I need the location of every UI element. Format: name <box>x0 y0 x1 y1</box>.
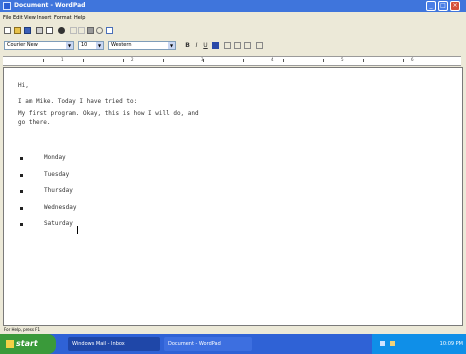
font-name-value: Courier New <box>7 42 38 48</box>
align-center-icon[interactable] <box>234 42 241 49</box>
italic-button[interactable]: I <box>193 42 200 49</box>
doc-line: Hi, <box>18 82 29 89</box>
align-right-icon[interactable] <box>244 42 251 49</box>
new-icon[interactable] <box>4 27 11 34</box>
menu-insert[interactable]: Insert <box>37 15 51 21</box>
script-combo[interactable]: Western ▼ <box>108 41 176 50</box>
minimize-button[interactable]: _ <box>426 1 436 11</box>
doc-line: go there. <box>18 119 51 126</box>
taskbar-button[interactable]: Windows Mail - Inbox <box>68 337 160 351</box>
ruler-tick <box>43 59 44 62</box>
ruler[interactable]: 1 2 3 4 5 6 <box>3 56 461 66</box>
bullet-item: Monday <box>44 154 66 161</box>
ruler-tick <box>403 59 404 62</box>
document-area[interactable]: Hi, I am Mike. Today I have tried to: My… <box>3 67 463 326</box>
bullet-item: Tuesday <box>44 171 70 178</box>
print-preview-icon[interactable] <box>46 27 53 34</box>
chevron-down-icon[interactable]: ▼ <box>168 42 175 49</box>
bullet-icon <box>20 207 23 210</box>
open-icon[interactable] <box>14 27 21 34</box>
bullets-icon[interactable] <box>256 42 263 49</box>
bullet-item: Saturday <box>44 220 73 227</box>
title-bar[interactable]: Document - WordPad _ □ × <box>0 0 466 12</box>
doc-line: My first program. Okay, this is how I wi… <box>18 110 199 117</box>
align-left-icon[interactable] <box>224 42 231 49</box>
ruler-tick <box>123 59 124 62</box>
font-size-combo[interactable]: 10 ▼ <box>78 41 104 50</box>
status-text: For Help, press F1 <box>4 327 41 332</box>
window-title: Document - WordPad <box>14 2 86 9</box>
close-button[interactable]: × <box>450 1 460 11</box>
system-tray: 10:09 PM <box>372 334 466 354</box>
maximize-button[interactable]: □ <box>438 1 448 11</box>
bullet-icon <box>20 190 23 193</box>
windows-flag-icon <box>6 340 14 348</box>
menu-edit[interactable]: Edit <box>13 15 23 21</box>
find-icon[interactable] <box>58 27 65 34</box>
menu-bar: File Edit View Insert Format Help <box>0 13 466 23</box>
doc-line: I am Mike. Today I have tried to: <box>18 98 138 105</box>
taskbar-button[interactable]: Document - WordPad <box>164 337 252 351</box>
ruler-tick <box>323 59 324 62</box>
start-button[interactable]: start <box>0 334 56 354</box>
cut-icon[interactable] <box>70 27 77 34</box>
ruler-tick <box>163 59 164 62</box>
menu-help[interactable]: Help <box>74 15 85 21</box>
undo-icon[interactable] <box>96 27 103 34</box>
bullet-item: Thursday <box>44 187 73 194</box>
menu-view[interactable]: View <box>24 15 36 21</box>
volume-icon[interactable] <box>390 341 395 346</box>
wordpad-window: Document - WordPad _ □ × File Edit View … <box>0 0 466 334</box>
text-caret <box>77 226 78 234</box>
ruler-tick <box>283 59 284 62</box>
print-icon[interactable] <box>36 27 43 34</box>
script-value: Western <box>111 42 132 48</box>
bullet-icon <box>20 174 23 177</box>
menu-format[interactable]: Format <box>54 15 72 21</box>
font-name-combo[interactable]: Courier New ▼ <box>4 41 74 50</box>
ruler-number: 6 <box>411 57 414 62</box>
taskbar: start Windows Mail - Inbox Document - Wo… <box>0 334 466 354</box>
save-icon[interactable] <box>24 27 31 34</box>
format-toolbar: Courier New ▼ 10 ▼ Western ▼ B I U <box>0 39 466 53</box>
tray-clock: 10:09 PM <box>439 341 463 347</box>
ruler-number: 5 <box>341 57 344 62</box>
ruler-tick <box>243 59 244 62</box>
font-size-value: 10 <box>81 42 88 48</box>
copy-icon[interactable] <box>78 27 85 34</box>
menu-file[interactable]: File <box>3 15 11 21</box>
app-icon[interactable] <box>3 2 11 10</box>
ruler-number: 4 <box>271 57 274 62</box>
network-icon[interactable] <box>380 341 385 346</box>
date-time-icon[interactable] <box>106 27 113 34</box>
bullet-item: Wednesday <box>44 204 77 211</box>
bullet-icon <box>20 157 23 160</box>
bullet-icon <box>20 223 23 226</box>
chevron-down-icon[interactable]: ▼ <box>66 42 73 49</box>
ruler-number: 2 <box>131 57 134 62</box>
ruler-tick <box>83 59 84 62</box>
ruler-number: 1 <box>61 57 64 62</box>
chevron-down-icon[interactable]: ▼ <box>96 42 103 49</box>
ruler-number: 3 <box>201 57 204 62</box>
color-icon[interactable] <box>212 42 219 49</box>
ruler-tick <box>363 59 364 62</box>
standard-toolbar <box>0 24 466 38</box>
start-label: start <box>16 339 38 348</box>
underline-button[interactable]: U <box>202 42 209 49</box>
bold-button[interactable]: B <box>184 42 191 49</box>
paste-icon[interactable] <box>87 27 94 34</box>
status-bar: For Help, press F1 <box>0 327 466 334</box>
